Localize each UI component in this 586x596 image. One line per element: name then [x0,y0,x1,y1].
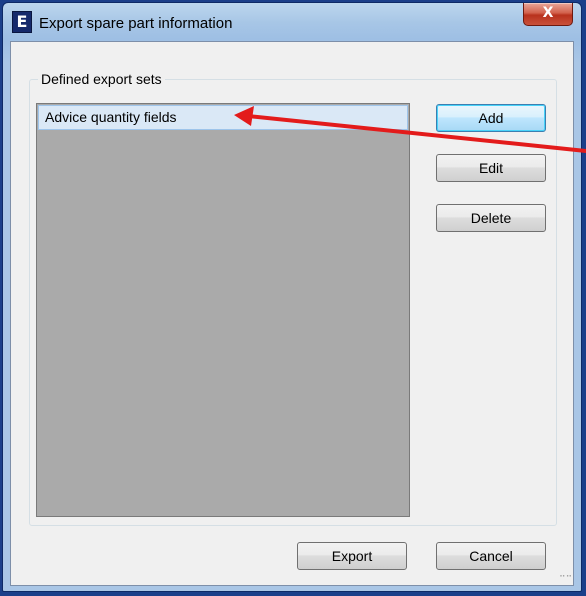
annotation-overlay [234,106,586,153]
annotation-arrow [246,114,586,153]
annotation-arrowhead [234,106,254,126]
